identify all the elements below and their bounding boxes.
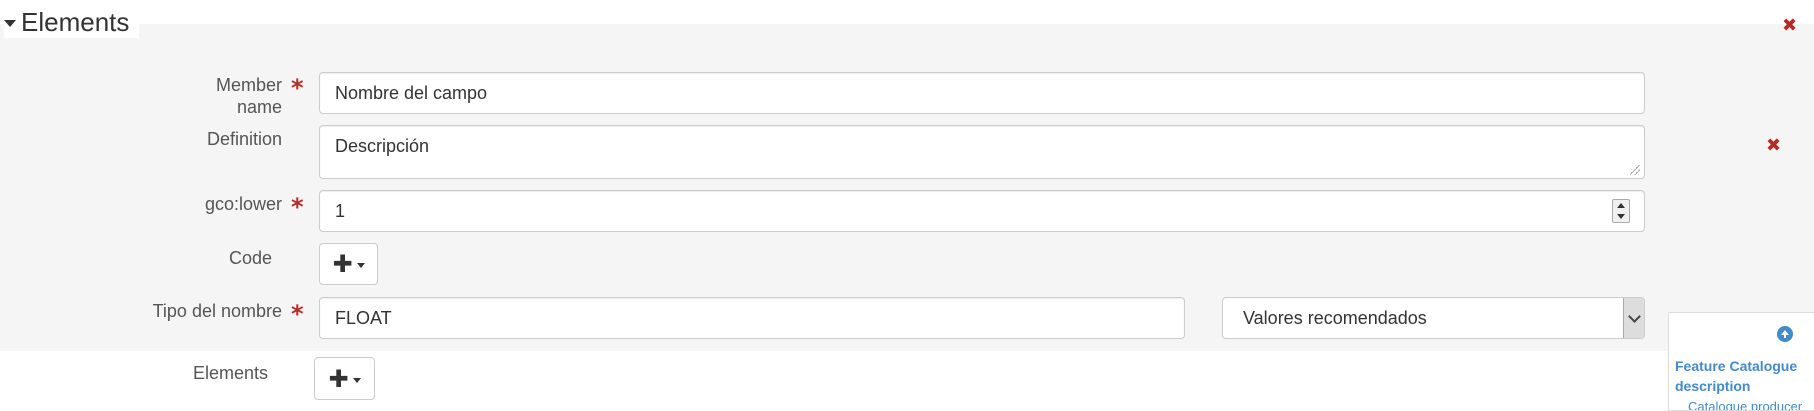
recommended-values-select[interactable]: Valores recomendados bbox=[1222, 297, 1645, 339]
caret-down-icon bbox=[356, 263, 365, 268]
member-name-input[interactable]: Nombre del campo bbox=[319, 72, 1645, 114]
section-legend[interactable]: Elements bbox=[4, 6, 140, 38]
caret-down-icon[interactable] bbox=[4, 19, 16, 27]
side-link-title[interactable]: Feature Catalogue bbox=[1675, 356, 1797, 376]
side-nav-panel: Feature Catalogue description Catalogue … bbox=[1668, 312, 1814, 411]
code-label: Code bbox=[228, 248, 272, 268]
member-name-label: Member name bbox=[215, 75, 282, 117]
definition-value: Descripción bbox=[335, 136, 430, 156]
select-arrow[interactable] bbox=[1623, 298, 1644, 338]
editor-page: Elements ✖ Member name * Nombre del camp… bbox=[0, 0, 1814, 411]
side-link-title-line2[interactable]: description bbox=[1675, 376, 1750, 396]
number-spinner[interactable] bbox=[1612, 199, 1630, 223]
elements-label: Elements bbox=[192, 363, 268, 383]
select-value: Valores recomendados bbox=[1243, 307, 1427, 328]
tipo-nombre-value: FLOAT bbox=[335, 307, 392, 328]
gco-lower-value: 1 bbox=[335, 200, 346, 221]
spin-down-icon[interactable] bbox=[1613, 211, 1629, 222]
gco-lower-label: gco:lower bbox=[204, 194, 282, 214]
definition-textarea[interactable]: Descripción bbox=[319, 125, 1645, 179]
tipo-nombre-input[interactable]: FLOAT bbox=[319, 297, 1185, 339]
section-title: Elements bbox=[21, 7, 130, 37]
remove-definition-icon[interactable]: ✖ bbox=[1766, 137, 1781, 155]
plus-icon: ✚ bbox=[328, 364, 349, 393]
gco-lower-number-input[interactable]: 1 bbox=[319, 190, 1645, 232]
arrow-up-circle-icon[interactable] bbox=[1777, 326, 1793, 342]
caret-down-icon bbox=[352, 377, 361, 383]
spin-up-icon[interactable] bbox=[1613, 200, 1629, 211]
tipo-nombre-label: Tipo del nombre bbox=[152, 301, 282, 321]
definition-label: Definition bbox=[206, 129, 282, 149]
member-name-value: Nombre del campo bbox=[335, 82, 488, 103]
required-asterisk: * bbox=[291, 74, 304, 102]
resize-grip-icon[interactable] bbox=[1630, 165, 1640, 175]
required-asterisk: * bbox=[291, 300, 304, 328]
add-element-button[interactable]: ✚ bbox=[314, 357, 375, 400]
side-sub-link[interactable]: Catalogue producer bbox=[1688, 397, 1802, 410]
add-code-button[interactable]: ✚ bbox=[319, 243, 378, 285]
plus-icon: ✚ bbox=[332, 250, 353, 278]
required-asterisk: * bbox=[291, 193, 304, 221]
chevron-down-icon bbox=[1627, 309, 1641, 323]
remove-section-icon[interactable]: ✖ bbox=[1782, 17, 1797, 35]
